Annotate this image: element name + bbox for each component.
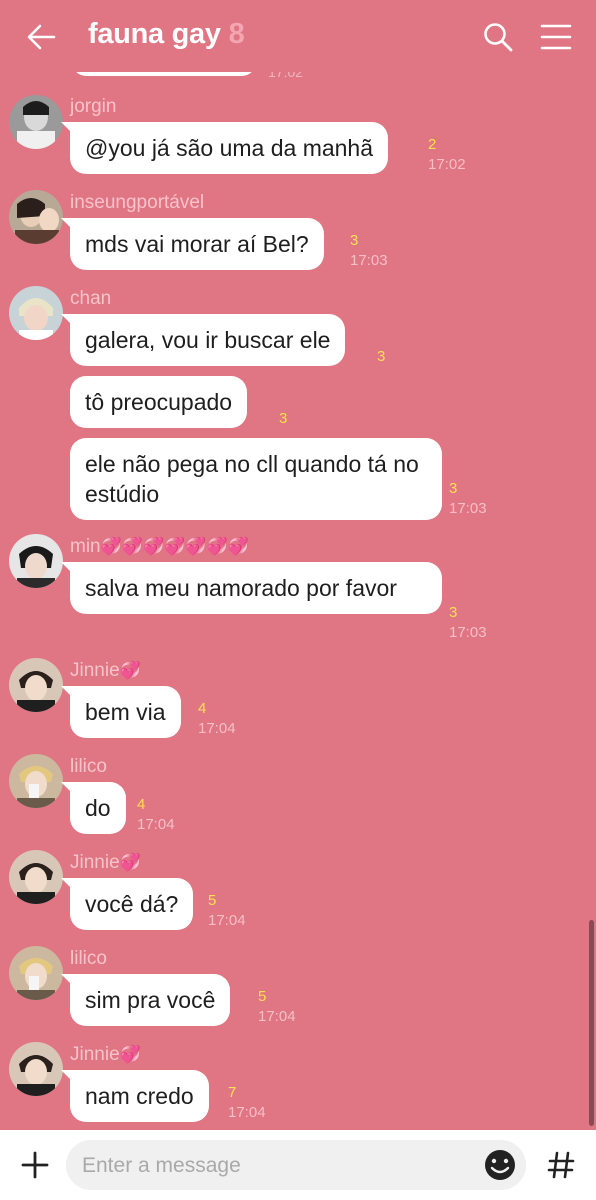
chat-message-list[interactable]: 17:02 jorgin @you já são uma da manhã 2 … — [0, 0, 596, 1130]
avatar-lilico[interactable] — [9, 754, 63, 808]
unread-count: 5 — [208, 892, 217, 909]
unread-count: 3 — [279, 410, 288, 427]
hamburger-menu-icon — [540, 24, 572, 50]
message-bubble[interactable]: tô preocupado — [70, 376, 248, 428]
chat-header: fauna gay 8 — [0, 0, 596, 72]
sender-name: chan — [70, 288, 112, 309]
message-time: 17:03 — [449, 500, 487, 517]
message-time: 17:04 — [208, 912, 246, 929]
avatar-min[interactable] — [9, 534, 63, 588]
message-bubble[interactable]: do — [61, 782, 126, 834]
avatar-jorgin[interactable] — [9, 95, 63, 149]
sender-name: jorgin — [70, 96, 117, 117]
message-time: 17:04 — [228, 1104, 266, 1121]
avatar-inseungportavel[interactable] — [9, 190, 63, 244]
heart-emoji: 💞 — [119, 1045, 141, 1064]
message-time: 17:03 — [350, 252, 388, 269]
unread-count: 3 — [350, 232, 359, 249]
message-input-container[interactable] — [66, 1140, 526, 1190]
unread-count: 3 — [449, 480, 458, 497]
member-count: 8 — [228, 18, 245, 50]
heart-emoji: 💞 — [119, 661, 141, 680]
message-bubble[interactable]: você dá? — [60, 878, 194, 930]
message-bubble[interactable]: @you já são uma da manhã — [60, 122, 389, 174]
arrow-left-icon — [27, 24, 56, 50]
heart-emoji: 💞💞💞💞💞💞💞 — [100, 537, 249, 556]
message-bubble[interactable]: bem via — [61, 686, 181, 738]
message-bubble[interactable]: mds vai morar aí Bel? — [61, 218, 324, 270]
avatar-jinnie[interactable] — [9, 850, 63, 904]
sender-name: inseungportável — [70, 192, 205, 213]
hashtag-button[interactable] — [540, 1144, 582, 1186]
unread-count: 3 — [377, 348, 386, 365]
avatar-jinnie[interactable] — [9, 658, 63, 712]
chat-name: fauna gay — [88, 18, 221, 50]
sender-name: Jinnie💞 — [70, 852, 141, 873]
unread-count: 4 — [137, 796, 146, 813]
attach-button[interactable] — [14, 1144, 56, 1186]
message-input[interactable] — [80, 1148, 474, 1184]
menu-button[interactable] — [540, 22, 572, 52]
message-bubble[interactable]: sim pra você — [60, 974, 231, 1026]
chat-title: fauna gay 8 — [88, 18, 245, 51]
sender-name: lilico — [70, 948, 107, 969]
hashtag-icon — [547, 1151, 575, 1179]
scrollbar[interactable] — [589, 920, 594, 1126]
sender-name: lilico — [70, 756, 107, 777]
message-time: 17:03 — [449, 624, 487, 641]
avatar-lilico[interactable] — [9, 946, 63, 1000]
sender-name: Jinnie💞 — [70, 1044, 141, 1065]
message-time: 17:04 — [258, 1008, 296, 1025]
message-time: 17:02 — [428, 156, 466, 173]
heart-emoji: 💞 — [119, 853, 141, 872]
avatar-chan[interactable] — [9, 286, 63, 340]
unread-count: 5 — [258, 988, 267, 1005]
unread-count: 7 — [228, 1084, 237, 1101]
message-bubble[interactable]: salva meu namorado por favor — [61, 562, 442, 614]
sender-name: min💞💞💞💞💞💞💞 — [70, 536, 249, 557]
emoji-button[interactable] — [480, 1145, 520, 1185]
unread-count: 3 — [449, 604, 458, 621]
unread-count: 4 — [198, 700, 207, 717]
back-button[interactable] — [24, 20, 60, 54]
message-time: 17:04 — [137, 816, 175, 833]
message-bubble[interactable]: galera, vou ir buscar ele — [60, 314, 346, 366]
search-icon — [484, 23, 513, 52]
plus-icon — [21, 1151, 49, 1179]
message-bubble[interactable]: nam credo — [61, 1070, 209, 1122]
message-time: 17:04 — [198, 720, 236, 737]
avatar-jinnie[interactable] — [9, 1042, 63, 1096]
search-button[interactable] — [482, 20, 514, 54]
unread-count: 2 — [428, 136, 437, 153]
sender-name: Jinnie💞 — [70, 660, 141, 681]
message-composer — [0, 1130, 596, 1200]
message-bubble[interactable]: ele não pega no cll quando tá no estúdio — [70, 438, 442, 520]
emoji-icon — [485, 1150, 515, 1180]
